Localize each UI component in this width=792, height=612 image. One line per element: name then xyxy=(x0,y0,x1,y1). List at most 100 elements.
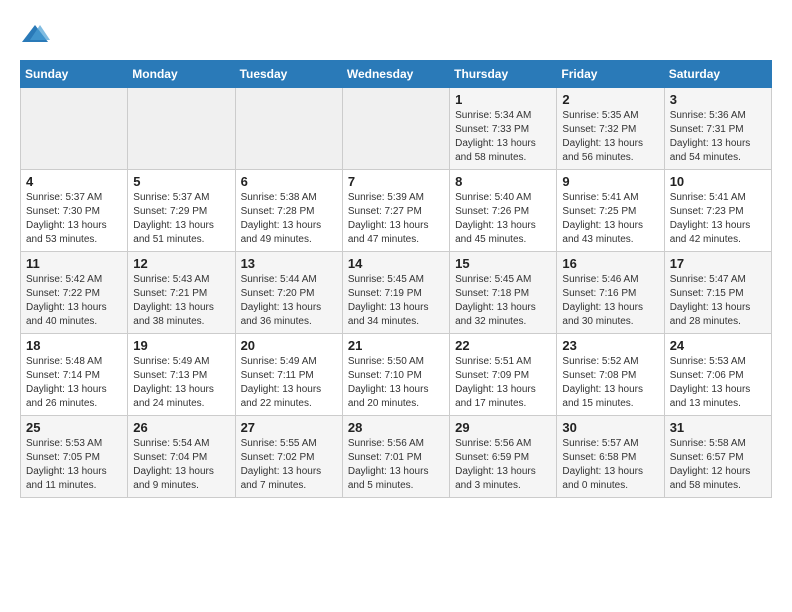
calendar-cell: 28Sunrise: 5:56 AM Sunset: 7:01 PM Dayli… xyxy=(342,416,449,498)
calendar-cell: 16 Sunrise: 5:46 AM Sunset: 7:16 PM Dayli… xyxy=(557,252,664,334)
day-info: Sunrise: 5:37 AM Sunset: 7:30 PM Dayligh… xyxy=(26,191,122,247)
day-info: Sunrise: 5:40 AM Sunset: 7:26 PM Dayligh… xyxy=(455,191,551,247)
day-number: 25 xyxy=(26,420,122,435)
calendar-cell: 23 Sunrise: 5:52 AM Sunset: 7:08 PM Dayli… xyxy=(557,334,664,416)
day-number: 19 xyxy=(133,338,229,353)
day-info: Sunrise: 5:45 AM Sunset: 7:18 PM Dayligh… xyxy=(455,273,551,329)
calendar-cell: 25 Sunrise: 5:53 AM Sunset: 7:05 PM Dayli… xyxy=(21,416,128,498)
day-info: Sunrise: 5:58 AM Sunset: 6:57 PM Dayligh… xyxy=(670,437,766,493)
calendar-cell xyxy=(21,88,128,170)
day-info: Sunrise: 5:43 AM Sunset: 7:21 PM Dayligh… xyxy=(133,273,229,329)
day-info: Sunrise: 5:56 AM Sunset: 7:01 PM Dayligh… xyxy=(348,437,444,493)
day-number: 15 xyxy=(455,256,551,271)
day-number: 14 xyxy=(348,256,444,271)
calendar-cell xyxy=(342,88,449,170)
calendar-cell: 17 Sunrise: 5:47 AM Sunset: 7:15 PM Dayli… xyxy=(664,252,771,334)
logo xyxy=(20,20,54,50)
day-number: 3 xyxy=(670,92,766,107)
day-info: Sunrise: 5:51 AM Sunset: 7:09 PM Dayligh… xyxy=(455,355,551,411)
weekday-header-tuesday: Tuesday xyxy=(235,61,342,88)
calendar-cell: 7 Sunrise: 5:39 AM Sunset: 7:27 PM Daylig… xyxy=(342,170,449,252)
logo-icon xyxy=(20,20,50,50)
day-info: Sunrise: 5:34 AM Sunset: 7:33 PM Dayligh… xyxy=(455,109,551,165)
calendar-cell: 13 Sunrise: 5:44 AM Sunset: 7:20 PM Dayli… xyxy=(235,252,342,334)
day-number: 11 xyxy=(26,256,122,271)
day-number: 5 xyxy=(133,174,229,189)
weekday-header-wednesday: Wednesday xyxy=(342,61,449,88)
day-number: 12 xyxy=(133,256,229,271)
day-info: Sunrise: 5:41 AM Sunset: 7:23 PM Dayligh… xyxy=(670,191,766,247)
day-info: Sunrise: 5:49 AM Sunset: 7:13 PM Dayligh… xyxy=(133,355,229,411)
weekday-header-saturday: Saturday xyxy=(664,61,771,88)
calendar-table: SundayMondayTuesdayWednesdayThursdayFrid… xyxy=(20,60,772,498)
calendar-cell: 1 Sunrise: 5:34 AM Sunset: 7:33 PM Daylig… xyxy=(450,88,557,170)
day-number: 22 xyxy=(455,338,551,353)
day-number: 24 xyxy=(670,338,766,353)
calendar-cell: 30 Sunrise: 5:57 AM Sunset: 6:58 PM Dayli… xyxy=(557,416,664,498)
day-info: Sunrise: 5:38 AM Sunset: 7:28 PM Dayligh… xyxy=(241,191,337,247)
day-number: 17 xyxy=(670,256,766,271)
day-number: 18 xyxy=(26,338,122,353)
day-number: 6 xyxy=(241,174,337,189)
day-number: 26 xyxy=(133,420,229,435)
day-number: 29 xyxy=(455,420,551,435)
day-number: 9 xyxy=(562,174,658,189)
day-number: 31 xyxy=(670,420,766,435)
day-info: Sunrise: 5:45 AM Sunset: 7:19 PM Dayligh… xyxy=(348,273,444,329)
day-number: 2 xyxy=(562,92,658,107)
calendar-week-row: 4 Sunrise: 5:37 AM Sunset: 7:30 PM Daylig… xyxy=(21,170,772,252)
calendar-cell: 24 Sunrise: 5:53 AM Sunset: 7:06 PM Dayli… xyxy=(664,334,771,416)
calendar-cell: 31 Sunrise: 5:58 AM Sunset: 6:57 PM Dayli… xyxy=(664,416,771,498)
day-info: Sunrise: 5:46 AM Sunset: 7:16 PM Dayligh… xyxy=(562,273,658,329)
day-number: 13 xyxy=(241,256,337,271)
page-header xyxy=(20,20,772,50)
day-number: 27 xyxy=(241,420,337,435)
calendar-cell: 29Sunrise: 5:56 AM Sunset: 6:59 PM Dayli… xyxy=(450,416,557,498)
calendar-cell: 10 Sunrise: 5:41 AM Sunset: 7:23 PM Dayli… xyxy=(664,170,771,252)
day-number: 4 xyxy=(26,174,122,189)
calendar-cell: 12 Sunrise: 5:43 AM Sunset: 7:21 PM Dayli… xyxy=(128,252,235,334)
weekday-header-thursday: Thursday xyxy=(450,61,557,88)
day-info: Sunrise: 5:52 AM Sunset: 7:08 PM Dayligh… xyxy=(562,355,658,411)
day-info: Sunrise: 5:53 AM Sunset: 7:06 PM Dayligh… xyxy=(670,355,766,411)
day-number: 21 xyxy=(348,338,444,353)
day-number: 16 xyxy=(562,256,658,271)
day-number: 7 xyxy=(348,174,444,189)
day-info: Sunrise: 5:57 AM Sunset: 6:58 PM Dayligh… xyxy=(562,437,658,493)
day-number: 20 xyxy=(241,338,337,353)
day-info: Sunrise: 5:53 AM Sunset: 7:05 PM Dayligh… xyxy=(26,437,122,493)
calendar-cell: 21 Sunrise: 5:50 AM Sunset: 7:10 PM Dayli… xyxy=(342,334,449,416)
calendar-cell: 8 Sunrise: 5:40 AM Sunset: 7:26 PM Daylig… xyxy=(450,170,557,252)
calendar-cell xyxy=(128,88,235,170)
day-number: 30 xyxy=(562,420,658,435)
calendar-cell: 4 Sunrise: 5:37 AM Sunset: 7:30 PM Daylig… xyxy=(21,170,128,252)
day-number: 23 xyxy=(562,338,658,353)
calendar-cell: 11Sunrise: 5:42 AM Sunset: 7:22 PM Dayli… xyxy=(21,252,128,334)
day-info: Sunrise: 5:35 AM Sunset: 7:32 PM Dayligh… xyxy=(562,109,658,165)
day-number: 8 xyxy=(455,174,551,189)
day-info: Sunrise: 5:48 AM Sunset: 7:14 PM Dayligh… xyxy=(26,355,122,411)
calendar-cell xyxy=(235,88,342,170)
weekday-header-friday: Friday xyxy=(557,61,664,88)
day-info: Sunrise: 5:39 AM Sunset: 7:27 PM Dayligh… xyxy=(348,191,444,247)
weekday-header-sunday: Sunday xyxy=(21,61,128,88)
calendar-week-row: 1 Sunrise: 5:34 AM Sunset: 7:33 PM Daylig… xyxy=(21,88,772,170)
day-info: Sunrise: 5:47 AM Sunset: 7:15 PM Dayligh… xyxy=(670,273,766,329)
calendar-cell: 26Sunrise: 5:54 AM Sunset: 7:04 PM Dayli… xyxy=(128,416,235,498)
day-info: Sunrise: 5:37 AM Sunset: 7:29 PM Dayligh… xyxy=(133,191,229,247)
calendar-header-row: SundayMondayTuesdayWednesdayThursdayFrid… xyxy=(21,61,772,88)
day-info: Sunrise: 5:50 AM Sunset: 7:10 PM Dayligh… xyxy=(348,355,444,411)
calendar-cell: 20 Sunrise: 5:49 AM Sunset: 7:11 PM Dayli… xyxy=(235,334,342,416)
day-info: Sunrise: 5:44 AM Sunset: 7:20 PM Dayligh… xyxy=(241,273,337,329)
day-number: 10 xyxy=(670,174,766,189)
day-number: 1 xyxy=(455,92,551,107)
calendar-week-row: 11Sunrise: 5:42 AM Sunset: 7:22 PM Dayli… xyxy=(21,252,772,334)
calendar-cell: 22 Sunrise: 5:51 AM Sunset: 7:09 PM Dayli… xyxy=(450,334,557,416)
day-info: Sunrise: 5:49 AM Sunset: 7:11 PM Dayligh… xyxy=(241,355,337,411)
calendar-cell: 5 Sunrise: 5:37 AM Sunset: 7:29 PM Daylig… xyxy=(128,170,235,252)
calendar-week-row: 18 Sunrise: 5:48 AM Sunset: 7:14 PM Dayli… xyxy=(21,334,772,416)
calendar-cell: 15 Sunrise: 5:45 AM Sunset: 7:18 PM Dayli… xyxy=(450,252,557,334)
day-info: Sunrise: 5:55 AM Sunset: 7:02 PM Dayligh… xyxy=(241,437,337,493)
calendar-week-row: 25 Sunrise: 5:53 AM Sunset: 7:05 PM Dayli… xyxy=(21,416,772,498)
calendar-cell: 19 Sunrise: 5:49 AM Sunset: 7:13 PM Dayli… xyxy=(128,334,235,416)
